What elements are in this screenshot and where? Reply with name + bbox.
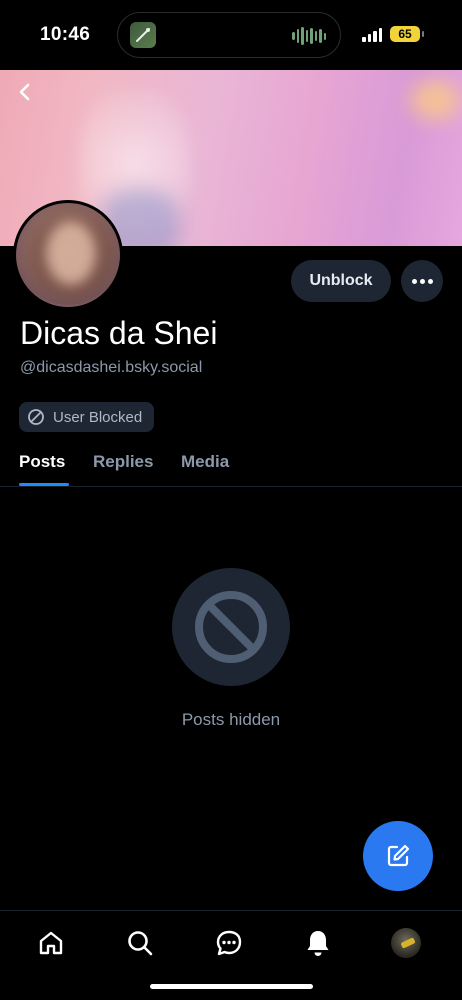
- bell-icon: [307, 931, 329, 956]
- profile-handle: @dicasdashei.bsky.social: [20, 359, 203, 376]
- block-icon: [28, 409, 44, 425]
- display-name: Dicas da Shei: [20, 315, 218, 351]
- chat-icon: [216, 930, 242, 956]
- nav-notifications[interactable]: [302, 927, 334, 959]
- tab-replies[interactable]: Replies: [93, 452, 153, 472]
- posts-hidden-icon-circle: [172, 568, 290, 686]
- block-icon: [195, 591, 267, 663]
- cellular-signal-icon: [362, 28, 382, 42]
- blocked-badge-label: User Blocked: [53, 408, 143, 426]
- home-icon: [39, 931, 63, 955]
- chevron-left-icon: [19, 83, 30, 101]
- compose-post-button[interactable]: [363, 821, 433, 891]
- unblock-button[interactable]: Unblock: [291, 260, 391, 302]
- status-bar: 10:46 65: [0, 0, 462, 70]
- profile-avatar-icon: [391, 928, 421, 958]
- ellipsis-icon: [410, 278, 434, 284]
- nav-home[interactable]: [35, 927, 67, 959]
- audio-waveform-icon: [292, 27, 326, 45]
- home-indicator: [150, 984, 313, 989]
- nav-profile[interactable]: [390, 927, 422, 959]
- tab-posts[interactable]: Posts: [19, 452, 65, 472]
- island-app-icon: [130, 22, 156, 48]
- posts-hidden-message: Posts hidden: [181, 710, 281, 729]
- status-time: 10:46: [40, 24, 91, 45]
- dynamic-island[interactable]: [117, 12, 341, 58]
- nav-search[interactable]: [124, 927, 156, 959]
- nav-chat[interactable]: [213, 927, 245, 959]
- user-blocked-badge: User Blocked: [19, 402, 155, 432]
- more-options-button[interactable]: [401, 260, 443, 302]
- profile-tabs: Posts Replies Media: [0, 440, 462, 487]
- tab-media[interactable]: Media: [181, 452, 229, 472]
- profile-avatar[interactable]: [13, 200, 123, 310]
- active-tab-indicator: [19, 483, 69, 486]
- search-icon: [128, 931, 153, 956]
- compose-icon: [387, 844, 410, 867]
- battery-indicator: 65: [390, 26, 424, 42]
- back-button[interactable]: [12, 80, 36, 104]
